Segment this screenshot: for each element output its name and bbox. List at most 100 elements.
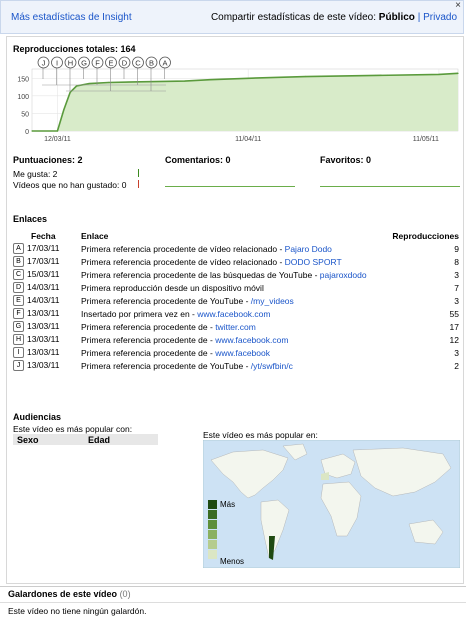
row-views: 12	[449, 334, 459, 345]
popular-with-label: Este vídeo es más popular con:	[13, 424, 133, 434]
awards-title-row: Galardones de este vídeo (0)	[8, 589, 466, 599]
views-point	[438, 73, 440, 76]
views-point	[75, 85, 78, 87]
dislikes-label: Vídeos que no han gustado: 0	[13, 180, 127, 190]
row-letter: C	[13, 269, 24, 281]
audience-header: Sexo Edad	[13, 434, 158, 445]
link-row: I 13/03/11 Primera referencia procedente d…	[13, 346, 463, 359]
row-text: Primera reproducción desde un dispositiv…	[81, 282, 264, 293]
views-point	[88, 82, 90, 85]
share-private-link[interactable]: Privado	[423, 12, 457, 23]
likes-label: Me gusta: 2	[13, 169, 58, 179]
row-link[interactable]: www.facebook	[215, 348, 270, 358]
views-title: Reproducciones totales: 164	[13, 44, 136, 54]
link-row: F 13/03/11 Insertado por primera vez en - …	[13, 307, 463, 320]
close-icon[interactable]: ×	[455, 0, 461, 11]
event-marker-label: J	[42, 59, 46, 68]
links-table: Fecha Enlace Reproducciones A 17/03/11 Pri…	[13, 229, 463, 372]
row-text: Primera referencia procedente de YouTube…	[81, 295, 251, 306]
views-point	[457, 72, 459, 74]
views-point	[107, 81, 109, 84]
row-date: 14/03/11	[27, 281, 60, 292]
views-point	[183, 80, 186, 82]
world-map: Más Menos	[203, 440, 460, 568]
awards-title: Galardones de este vídeo	[8, 589, 118, 599]
link-row: H 13/03/11 Primera referencia procedente d…	[13, 333, 463, 346]
link-row: B 17/03/11 Primera referencia procedente d…	[13, 255, 463, 268]
row-letter: A	[13, 243, 24, 255]
link-row: D 14/03/11 Primera reproducción desde un d…	[13, 281, 463, 294]
y-tick-label: 50	[21, 111, 29, 118]
more-stats-link[interactable]: Más estadísticas de Insight	[11, 12, 132, 23]
map-legend-swatch	[208, 500, 217, 509]
row-link[interactable]: DODO SPORT	[285, 257, 342, 267]
row-link[interactable]: Pajaro Dodo	[285, 244, 332, 254]
awards-divider-2	[0, 602, 466, 603]
row-link[interactable]: www.facebook.com	[197, 309, 270, 319]
awards-text: Este vídeo no tiene ningún galardón.	[8, 606, 147, 616]
row-text: Primera referencia procedente de vídeo r…	[81, 243, 285, 254]
views-point	[31, 130, 33, 132]
comments-title: Comentarios: 0	[165, 155, 231, 165]
col-link: Enlace	[81, 230, 109, 241]
legend-less: Menos	[220, 557, 244, 566]
event-marker-label: H	[68, 59, 73, 68]
map-legend-swatch	[208, 550, 217, 559]
col-views: Reproducciones	[392, 230, 459, 241]
views-point	[304, 75, 307, 78]
row-letter: J	[13, 360, 24, 372]
y-tick-label: 150	[17, 76, 29, 83]
row-text: Primera referencia procedente de -	[81, 347, 216, 358]
event-marker-label: E	[108, 59, 113, 68]
row-views: 3	[454, 347, 459, 358]
link-row: G 13/03/11 Primera referencia procedente d…	[13, 320, 463, 333]
share-stats: Compartir estadísticas de este vídeo: Pú…	[211, 12, 457, 23]
x-tick-label: 11/04/11	[235, 136, 261, 143]
y-tick-label: 100	[17, 94, 29, 101]
row-link[interactable]: twitter.com	[215, 322, 256, 332]
favorites-title: Favoritos: 0	[320, 155, 372, 165]
views-point	[69, 91, 71, 93]
links-title: Enlaces	[13, 214, 48, 224]
row-text: Primera referencia procedente de -	[81, 334, 216, 345]
event-marker-label: G	[81, 59, 87, 68]
share-public: Público	[378, 12, 415, 23]
legend-more: Más	[220, 500, 235, 509]
row-text: Primera referencia procedente de YouTube…	[81, 360, 251, 371]
row-link[interactable]: /my_videos	[251, 296, 294, 306]
row-letter: H	[13, 334, 24, 346]
row-views: 17	[449, 321, 459, 332]
row-text: Primera referencia procedente de vídeo r…	[81, 256, 285, 267]
views-point	[247, 77, 249, 79]
row-link[interactable]: pajaroxdodo	[320, 270, 367, 280]
map-legend-swatch	[208, 540, 217, 549]
likes-bar	[138, 169, 139, 177]
event-marker-label: F	[95, 59, 100, 68]
col-age: Edad	[88, 435, 111, 445]
dislikes-bar	[138, 180, 139, 188]
views-point	[56, 130, 59, 132]
row-letter: E	[13, 295, 24, 307]
views-point	[63, 109, 65, 111]
row-views: 3	[454, 295, 459, 306]
row-date: 15/03/11	[27, 268, 60, 279]
ratings-title: Puntuaciones: 2	[13, 155, 83, 165]
row-letter: B	[13, 256, 24, 268]
row-letter: D	[13, 282, 24, 294]
event-marker-label: D	[122, 59, 128, 68]
row-date: 14/03/11	[27, 294, 60, 305]
views-point	[139, 81, 141, 83]
row-link[interactable]: www.facebook.com	[215, 335, 288, 345]
comments-sparkline	[165, 186, 295, 187]
row-views: 55	[449, 308, 459, 319]
audience-title: Audiencias	[13, 412, 62, 422]
row-letter: F	[13, 308, 24, 320]
views-point	[209, 79, 211, 81]
row-link[interactable]: /yt/swfbin/c	[251, 361, 293, 371]
row-date: 13/03/11	[27, 307, 60, 318]
row-date: 13/03/11	[27, 333, 60, 344]
row-date: 13/03/11	[27, 320, 60, 331]
link-row: E 14/03/11 Primera referencia procedente d…	[13, 294, 463, 307]
row-views: 2	[454, 360, 459, 371]
share-separator: |	[417, 12, 421, 23]
